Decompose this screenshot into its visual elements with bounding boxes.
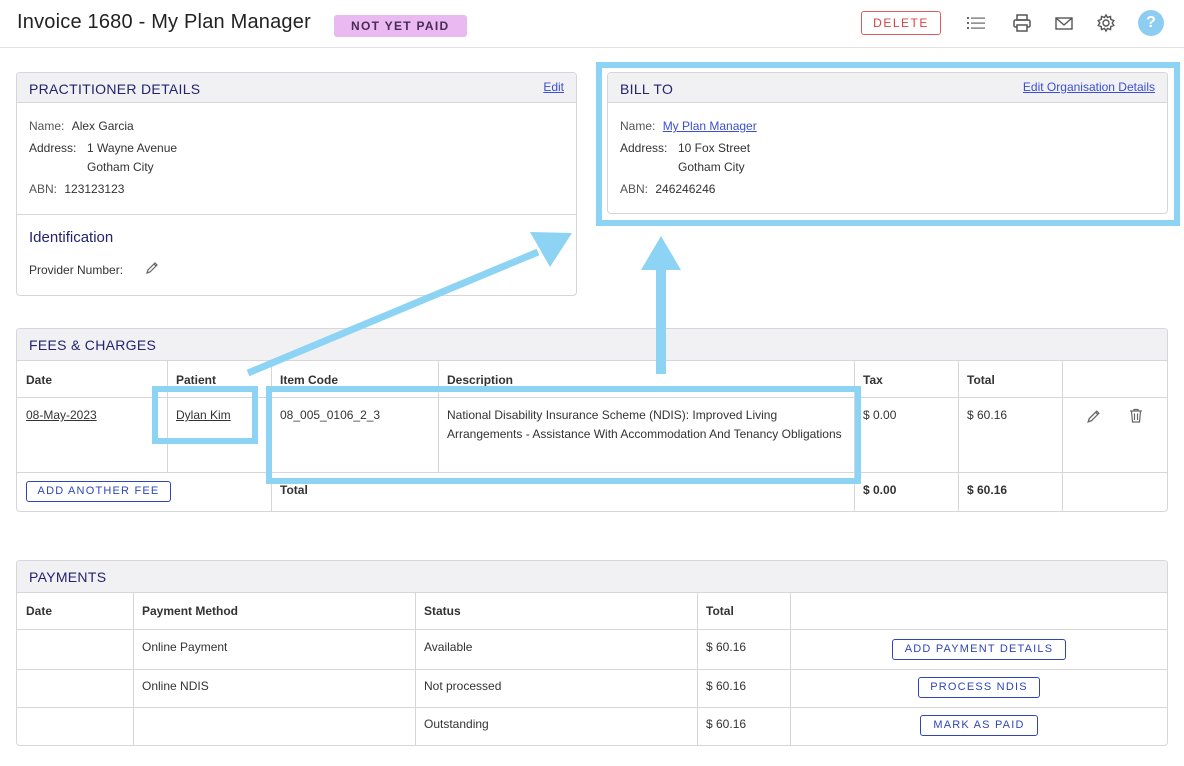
arrow-head bbox=[641, 236, 681, 270]
annotation-arrows bbox=[246, 232, 681, 377]
arrow-patient-to-bill-to bbox=[246, 248, 540, 377]
